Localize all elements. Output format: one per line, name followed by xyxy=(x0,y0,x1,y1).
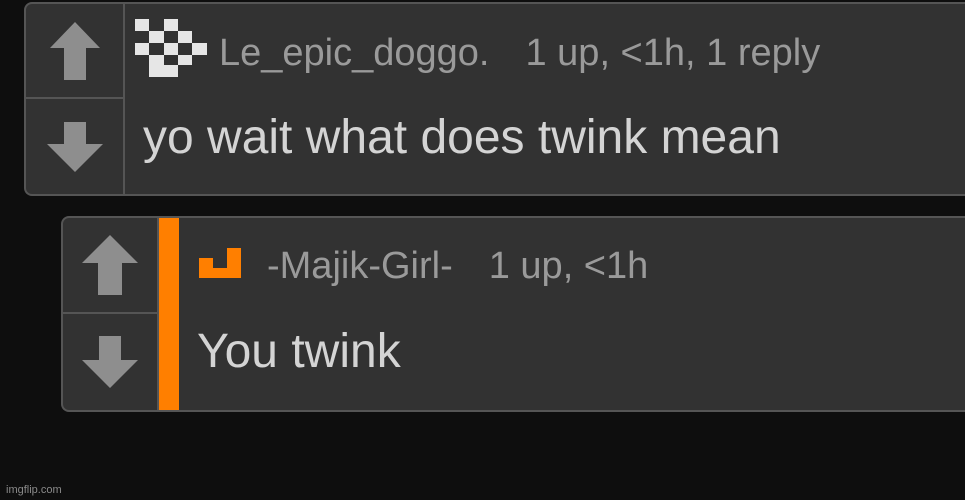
watermark: imgflip.com xyxy=(6,484,62,496)
downvote-button[interactable] xyxy=(26,99,123,194)
comment-item: Le_epic_doggo. 1 up, <1h, 1 reply yo wai… xyxy=(24,2,965,196)
comment-username[interactable]: -Majik-Girl- xyxy=(267,245,453,288)
arrow-down-icon xyxy=(82,336,138,388)
comment-username[interactable]: Le_epic_doggo. xyxy=(219,32,489,75)
upvote-button[interactable] xyxy=(63,218,157,314)
comment-body: -Majik-Girl- 1 up, <1h You twink xyxy=(159,218,965,410)
comment-meta: 1 up, <1h xyxy=(488,244,649,287)
vote-controls xyxy=(26,4,125,194)
comment-header: -Majik-Girl- 1 up, <1h xyxy=(199,242,648,290)
comment-body: Le_epic_doggo. 1 up, <1h, 1 reply yo wai… xyxy=(125,4,965,194)
comment-thread: Le_epic_doggo. 1 up, <1h, 1 reply yo wai… xyxy=(0,0,965,500)
comment-header: Le_epic_doggo. 1 up, <1h, 1 reply xyxy=(135,19,821,87)
arrow-up-icon xyxy=(49,21,100,80)
arrow-down-icon xyxy=(46,121,103,172)
reply-item: -Majik-Girl- 1 up, <1h You twink xyxy=(61,216,965,412)
user-avatar[interactable] xyxy=(199,245,243,288)
user-avatar[interactable] xyxy=(135,19,207,87)
comment-meta: 1 up, <1h, 1 reply xyxy=(525,31,821,74)
comment-text: You twink xyxy=(197,325,401,378)
comment-text: yo wait what does twink mean xyxy=(143,111,781,164)
vote-controls xyxy=(63,218,159,410)
upvote-button[interactable] xyxy=(26,4,123,99)
reply-indicator-bar xyxy=(159,218,179,410)
downvote-button[interactable] xyxy=(63,314,157,410)
arrow-up-icon xyxy=(82,235,138,295)
